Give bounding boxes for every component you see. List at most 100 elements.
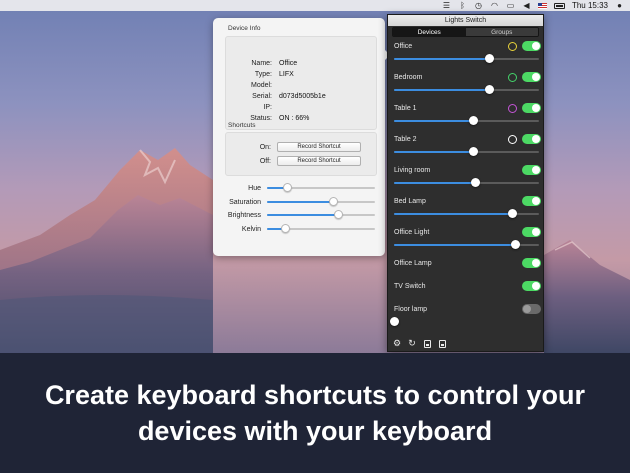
tab-groups[interactable]: Groups <box>465 28 538 36</box>
brightness-slider[interactable] <box>394 116 539 125</box>
document-icon[interactable] <box>422 339 432 349</box>
slider-knob[interactable] <box>329 197 339 206</box>
brightness-slider[interactable] <box>394 240 539 249</box>
info-key: Status: <box>250 115 272 122</box>
record-shortcut-on-button[interactable]: Record Shortcut <box>277 142 361 152</box>
caption-band: Create keyboard shortcuts to control you… <box>0 353 630 473</box>
slider-fill <box>394 213 513 215</box>
slider-knob[interactable] <box>485 54 495 63</box>
device-info-box: Name: Office Type: LIFX Model: Serial: d… <box>225 36 377 130</box>
wifi-icon[interactable]: ◠ <box>490 1 499 10</box>
bluetooth-icon[interactable]: ᛒ <box>458 1 467 10</box>
color-picker-icon[interactable] <box>508 73 517 82</box>
slider-fill <box>267 201 334 203</box>
slider-row-brightness: Brightness <box>213 209 385 221</box>
device-toggle[interactable] <box>522 281 541 291</box>
volume-icon[interactable]: ◀ <box>522 1 531 10</box>
lights-switch-title: Lights Switch <box>388 15 543 26</box>
slider-knob[interactable] <box>485 85 495 94</box>
slider-label: Saturation <box>229 198 261 206</box>
brightness-slider[interactable] <box>394 209 539 218</box>
device-name: Bed Lamp <box>394 198 426 205</box>
device-name: Bedroom <box>394 74 423 81</box>
brightness-slider[interactable] <box>394 178 539 187</box>
device-row: Office Light <box>388 226 543 257</box>
device-name: Table 2 <box>394 136 417 143</box>
color-picker-icon[interactable] <box>508 42 517 51</box>
slider-knob[interactable] <box>469 147 479 156</box>
shortcut-key: On: <box>259 143 271 151</box>
slider-knob[interactable] <box>283 183 293 192</box>
slider-fill <box>394 89 490 91</box>
brightness-slider[interactable] <box>267 210 375 219</box>
info-value: Office <box>279 60 298 67</box>
shortcut-row-off: Off: Record Shortcut <box>226 155 378 167</box>
saturation-slider[interactable] <box>267 197 375 206</box>
slider-knob[interactable] <box>280 224 290 233</box>
device-row: Floor lamp <box>388 303 543 334</box>
slider-knob[interactable] <box>469 116 479 125</box>
info-key: IP: <box>263 104 272 111</box>
brightness-slider[interactable] <box>394 85 539 94</box>
brightness-slider[interactable] <box>394 54 539 63</box>
slider-knob[interactable] <box>333 210 343 219</box>
brightness-slider[interactable] <box>394 147 539 156</box>
caption-text: Create keyboard shortcuts to control you… <box>44 380 586 446</box>
brightness-slider[interactable] <box>389 317 539 326</box>
time-machine-icon[interactable]: ◷ <box>474 1 483 10</box>
device-toggle[interactable] <box>522 258 541 268</box>
device-row: Table 1 <box>388 102 543 133</box>
device-row: Living room <box>388 164 543 195</box>
slider-knob[interactable] <box>511 240 521 249</box>
device-row: Bedroom <box>388 71 543 102</box>
slider-fill <box>394 58 490 60</box>
device-toggle[interactable] <box>522 165 541 175</box>
us-flag-icon[interactable] <box>537 2 547 9</box>
slider-fill <box>394 244 516 246</box>
info-key: Serial: <box>252 93 272 100</box>
refresh-icon[interactable]: ↻ <box>407 338 417 349</box>
slider-knob[interactable] <box>470 178 480 187</box>
preset-icon[interactable] <box>437 339 447 349</box>
device-toggle[interactable] <box>522 304 541 314</box>
device-toggle[interactable] <box>522 103 541 113</box>
info-key: Model: <box>250 82 272 89</box>
info-row-serial: Serial: d073d5005b1e <box>226 91 378 102</box>
record-shortcut-off-button[interactable]: Record Shortcut <box>277 156 361 166</box>
shortcut-key: Off: <box>259 157 271 165</box>
device-row: Table 2 <box>388 133 543 164</box>
lights-switch-icon[interactable]: ☰ <box>442 1 451 10</box>
color-picker-icon[interactable] <box>508 104 517 113</box>
device-toggle[interactable] <box>522 227 541 237</box>
device-name: Floor lamp <box>394 306 428 313</box>
info-row-type: Type: LIFX <box>226 69 378 80</box>
device-toggle[interactable] <box>522 134 541 144</box>
kelvin-slider[interactable] <box>267 224 375 233</box>
lights-switch-footer: ⚙ ↻ <box>388 336 543 351</box>
device-toggle[interactable] <box>522 72 541 82</box>
airplay-icon[interactable]: ▭ <box>506 1 515 10</box>
slider-fill <box>394 151 474 153</box>
shortcut-row-on: On: Record Shortcut <box>226 141 378 153</box>
slider-label: Brightness <box>227 211 261 219</box>
gear-icon[interactable]: ⚙ <box>392 338 402 349</box>
slider-knob[interactable] <box>508 209 518 218</box>
device-name: Table 1 <box>394 105 417 112</box>
tab-devices[interactable]: Devices <box>393 28 466 36</box>
hue-slider[interactable] <box>267 183 375 192</box>
menu-bar-clock[interactable]: Thu 15:33 <box>572 1 608 10</box>
device-name: Office <box>394 43 413 50</box>
color-picker-icon[interactable] <box>508 135 517 144</box>
user-icon[interactable]: ● <box>615 1 624 10</box>
device-toggle[interactable] <box>522 196 541 206</box>
battery-icon[interactable] <box>553 2 565 9</box>
info-value: d073d5005b1e <box>279 93 326 100</box>
device-toggle[interactable] <box>522 41 541 51</box>
slider-knob[interactable] <box>389 317 399 326</box>
device-row: Bed Lamp <box>388 195 543 226</box>
info-value: ON : 66% <box>279 115 310 122</box>
device-name: TV Switch <box>394 283 426 290</box>
slider-row-saturation: Saturation <box>213 196 385 208</box>
info-row-model: Model: <box>226 80 378 91</box>
shortcuts-title: Shortcuts <box>228 122 256 129</box>
